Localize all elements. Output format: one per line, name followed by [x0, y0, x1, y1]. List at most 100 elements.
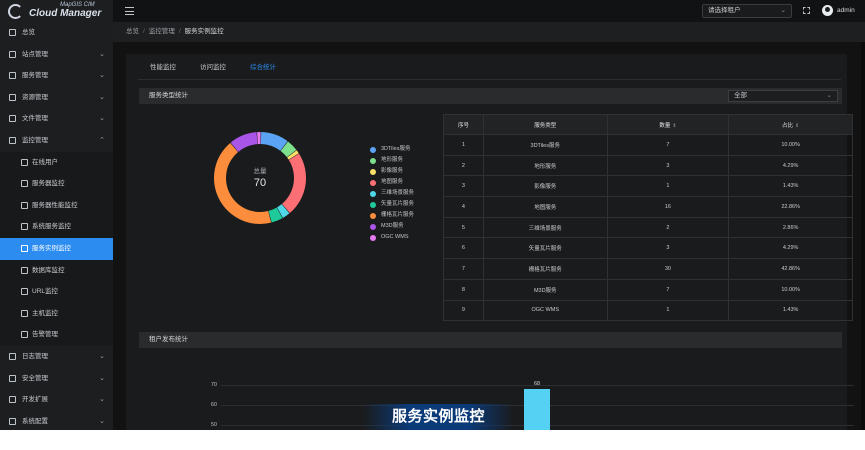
- sidebar-item-site[interactable]: 站点管理 ⌄: [0, 44, 113, 66]
- cell-count: 7: [606, 278, 730, 301]
- chevron-down-icon: ⌄: [99, 115, 105, 123]
- service-type-section-header: 服务类型统计 全部 ⌄: [139, 88, 842, 104]
- sidebar-item-monitor[interactable]: 监控管理 ⌃: [0, 130, 113, 152]
- sidebar-item-extension[interactable]: 开发扩展 ⌄: [0, 389, 113, 411]
- sidebar-item-alert[interactable]: 告警管理: [0, 324, 113, 346]
- cell-ratio: 22.86%: [728, 196, 853, 218]
- sidebar-item-label: URL监控: [32, 288, 59, 296]
- database-icon: [21, 266, 28, 274]
- legend-item[interactable]: 栅格瓦片服务: [370, 210, 414, 221]
- sort-icon[interactable]: ⇕: [795, 123, 799, 129]
- col-header-count[interactable]: 数量 ⇕: [606, 114, 730, 135]
- breadcrumb-item[interactable]: 监控管理: [149, 28, 175, 35]
- tab-performance[interactable]: 性能监控: [138, 60, 188, 80]
- donut-total-value: 70: [253, 177, 267, 189]
- sidebar: MapGIS CIM Cloud Manager 总览 站点管理 ⌄ 服务管理 …: [0, 0, 113, 430]
- sidebar-item-database[interactable]: 数据库监控: [0, 259, 113, 282]
- sidebar-item-settings[interactable]: 系统配置 ⌄: [0, 411, 113, 430]
- sidebar-item-online-users[interactable]: 在线用户: [0, 151, 113, 174]
- user-avatar-icon[interactable]: [822, 5, 833, 16]
- sidebar-item-label: 系统服务监控: [32, 223, 71, 231]
- legend-item[interactable]: 矢量瓦片服务: [370, 199, 414, 210]
- donut-slice[interactable]: [257, 132, 261, 145]
- sidebar-item-log[interactable]: 日志管理 ⌄: [0, 346, 113, 368]
- user-name[interactable]: admin: [837, 7, 855, 14]
- legend-item[interactable]: 地图服务: [370, 177, 414, 188]
- legend-dot-icon: [370, 212, 376, 219]
- server-icon: [21, 180, 28, 188]
- content-card: 性能监控 访问监控 综合统计 服务类型统计 全部 ⌄ 总量 70 3DTiles…: [126, 54, 854, 430]
- cell-count: 1: [606, 299, 730, 322]
- legend-dot-icon: [370, 223, 376, 230]
- logo[interactable]: MapGIS CIM Cloud Manager: [0, 0, 113, 22]
- sidebar-item-file[interactable]: 文件管理 ⌄: [0, 108, 113, 130]
- table-row: 5 三维场景服务 2 2.86%: [443, 216, 853, 239]
- chevron-up-icon: ⌃: [99, 136, 105, 144]
- cell-ratio: 4.29%: [728, 237, 853, 260]
- service-icon: [9, 72, 16, 80]
- service-instance-icon: [21, 244, 28, 252]
- breadcrumb-separator: /: [143, 28, 145, 35]
- cell-index: 2: [443, 154, 484, 177]
- sidebar-item-label: 总览: [22, 29, 35, 36]
- breadcrumb-item[interactable]: 总览: [126, 28, 139, 35]
- donut-total-label: 总量: [253, 168, 267, 175]
- log-icon: [9, 352, 16, 360]
- sidebar-item-url[interactable]: URL监控: [0, 281, 113, 303]
- scrollbar[interactable]: [861, 42, 865, 430]
- col-header-type: 服务类型: [482, 114, 608, 135]
- legend-item[interactable]: 3DTiles服务: [370, 144, 414, 155]
- legend-label: OGC WMS: [381, 234, 409, 240]
- breadcrumb-current: 服务实例监控: [184, 28, 224, 35]
- legend-item[interactable]: M3D服务: [370, 221, 414, 232]
- app-root: MapGIS CIM Cloud Manager 总览 站点管理 ⌄ 服务管理 …: [0, 0, 865, 450]
- service-type-select[interactable]: 全部 ⌄: [728, 90, 838, 102]
- legend-item[interactable]: OGC WMS: [370, 232, 414, 243]
- tab-summary[interactable]: 综合统计: [238, 60, 288, 80]
- fullscreen-icon[interactable]: [803, 7, 810, 14]
- legend-label: 栅格瓦片服务: [381, 212, 415, 218]
- sidebar-item-server-performance[interactable]: 服务器性能监控: [0, 194, 113, 217]
- sidebar-menu: 总览 站点管理 ⌄ 服务管理 ⌄ 资源管理 ⌄ 文件管理 ⌄ 监控管理 ⌃ 在线…: [0, 22, 113, 430]
- cell-ratio: 10.00%: [728, 134, 853, 156]
- chevron-down-icon: ⌄: [99, 50, 105, 58]
- sort-icon[interactable]: ⇕: [672, 123, 676, 129]
- monitor-icon: [9, 136, 16, 144]
- sidebar-item-server-monitor[interactable]: 服务器监控: [0, 173, 113, 195]
- top-header: 请选择租户 ⌄ admin: [113, 0, 865, 22]
- sidebar-item-security[interactable]: 安全管理 ⌄: [0, 368, 113, 390]
- menu-toggle-icon[interactable]: [125, 7, 134, 15]
- legend-label: M3D服务: [381, 223, 404, 229]
- tab-access[interactable]: 访问监控: [188, 60, 238, 80]
- sidebar-item-overview[interactable]: 总览: [0, 22, 113, 44]
- sidebar-item-label: 在线用户: [32, 158, 58, 166]
- y-tick-label: 60: [210, 402, 217, 408]
- sidebar-item-label: 服务器监控: [32, 180, 65, 188]
- legend-item[interactable]: 三维场景服务: [370, 188, 414, 199]
- cell-ratio: 4.29%: [728, 154, 853, 177]
- sidebar-item-host[interactable]: 主机监控: [0, 302, 113, 325]
- cell-index: 9: [443, 299, 484, 322]
- sidebar-item-resource[interactable]: 资源管理 ⌄: [0, 87, 113, 109]
- cell-index: 1: [443, 134, 484, 156]
- legend-dot-icon: [370, 201, 376, 208]
- cell-ratio: 1.43%: [728, 299, 853, 322]
- sidebar-item-service[interactable]: 服务管理 ⌄: [0, 65, 113, 87]
- system-service-icon: [21, 223, 28, 231]
- legend-item[interactable]: 地形服务: [370, 155, 414, 166]
- breadcrumb-separator: /: [178, 28, 181, 35]
- sidebar-item-system-service[interactable]: 系统服务监控: [0, 216, 113, 238]
- tenant-select[interactable]: 请选择租户 ⌄: [702, 4, 792, 18]
- cell-index: 4: [443, 196, 484, 218]
- sidebar-item-label: 安全管理: [22, 374, 48, 382]
- header-label: 序号: [457, 122, 469, 129]
- resource-icon: [9, 93, 16, 101]
- legend-item[interactable]: 影像服务: [370, 166, 414, 177]
- site-icon: [9, 50, 16, 58]
- col-header-ratio[interactable]: 占比 ⇕: [728, 114, 853, 135]
- cell-type: 地图服务: [482, 196, 608, 218]
- cell-count: 2: [606, 216, 730, 239]
- cell-index: 5: [443, 216, 484, 239]
- sidebar-item-label: 开发扩展: [22, 396, 48, 404]
- sidebar-item-service-instance[interactable]: 服务实例监控: [0, 237, 113, 260]
